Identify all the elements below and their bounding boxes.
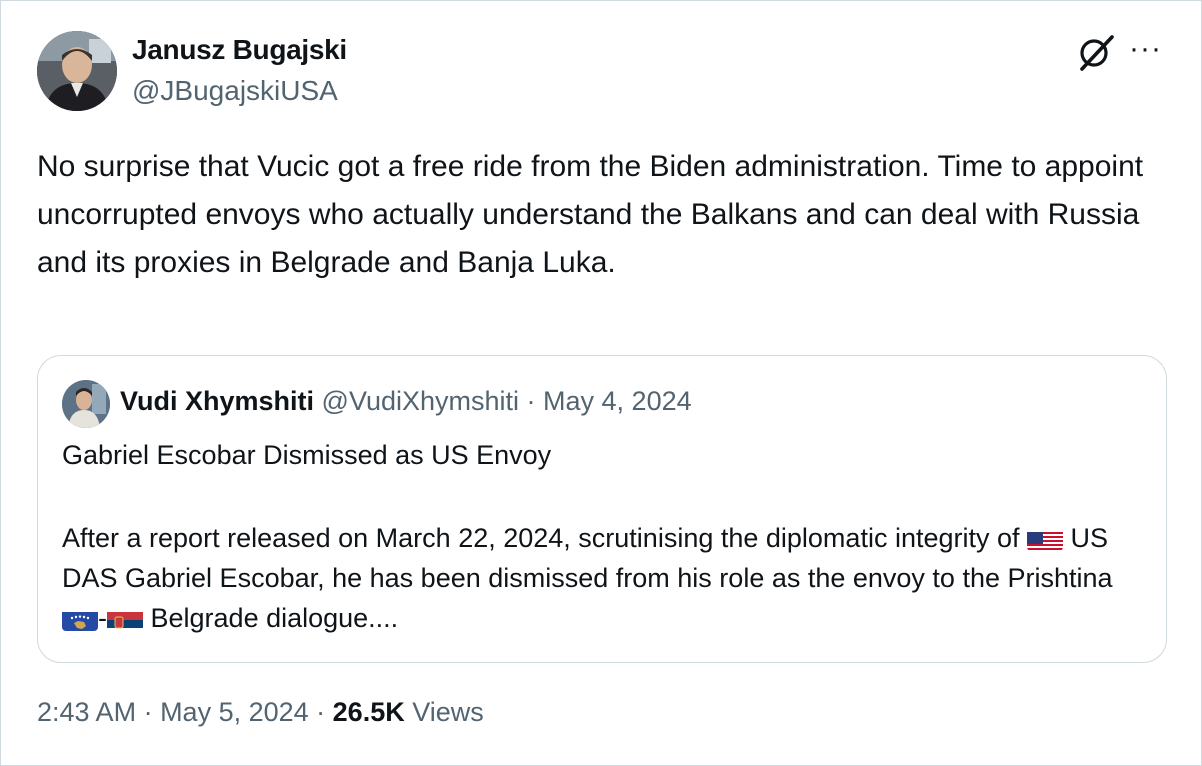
kosovo-flag-icon — [62, 607, 98, 631]
grok-icon[interactable] — [1076, 33, 1116, 73]
quoted-author-name[interactable]: Vudi Xhymshiti — [120, 386, 314, 416]
quoted-author-avatar[interactable] — [62, 380, 110, 428]
serbia-flag-icon — [107, 607, 143, 631]
quoted-date[interactable]: May 4, 2024 — [543, 386, 692, 416]
quoted-separator: · — [519, 386, 544, 416]
tweet-footer: 2:43 AM · May 5, 2024 · 26.5K Views — [37, 697, 484, 728]
tweet-text: No surprise that Vucic got a free ride f… — [37, 150, 1152, 279]
us-flag-icon — [1027, 527, 1063, 551]
quoted-body-part4: Belgrade dialogue.... — [143, 603, 399, 633]
more-options-icon[interactable]: ··· — [1129, 34, 1169, 69]
quoted-author-handle[interactable]: @VudiXhymshiti — [322, 386, 519, 416]
quoted-body-dash: - — [98, 603, 107, 633]
quoted-title: Gabriel Escobar Dismissed as US Envoy — [62, 440, 552, 470]
views-label: Views — [404, 697, 484, 727]
tweet-date[interactable]: May 5, 2024 — [160, 697, 309, 727]
author-avatar[interactable] — [37, 31, 117, 111]
footer-separator: · — [136, 697, 161, 727]
quoted-body-part1: After a report released on March 22, 202… — [62, 523, 1027, 553]
footer-separator: · — [308, 697, 333, 727]
author-name[interactable]: Janusz Bugajski — [132, 34, 347, 66]
quoted-tweet[interactable]: Vudi Xhymshiti @VudiXhymshiti · May 4, 2… — [37, 355, 1167, 663]
quoted-body: After a report released on March 22, 202… — [62, 518, 1152, 638]
tweet-card: Janusz Bugajski @JBugajskiUSA ··· No sur… — [0, 0, 1202, 766]
tweet-time[interactable]: 2:43 AM — [37, 697, 136, 727]
views-count: 26.5K — [332, 697, 405, 727]
author-handle[interactable]: @JBugajskiUSA — [132, 75, 338, 107]
quoted-header: Vudi Xhymshiti @VudiXhymshiti · May 4, 2… — [120, 386, 692, 417]
